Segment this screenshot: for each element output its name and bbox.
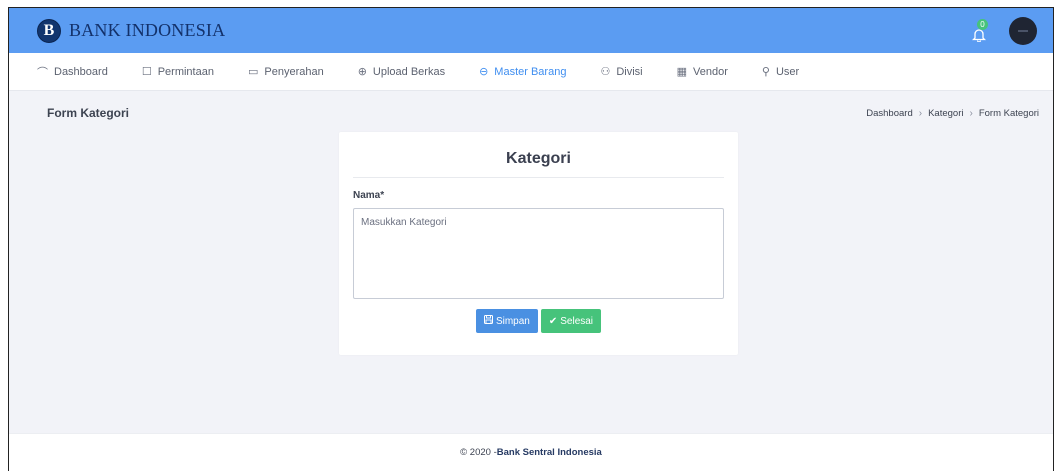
gauge-icon: ⌒ bbox=[37, 66, 48, 79]
briefcase-icon: ▭ bbox=[247, 66, 259, 78]
nav-label: Master Barang bbox=[494, 65, 567, 78]
selesai-label: Selesai bbox=[560, 315, 594, 327]
simpan-label: Simpan bbox=[495, 315, 530, 327]
nav-label: Vendor bbox=[693, 65, 728, 78]
clipboard-icon: ☐ bbox=[141, 66, 152, 78]
app-window: B BANK INDONESIA 0 ⌒ Dashboard ☐ Permint… bbox=[8, 7, 1054, 471]
header-actions: 0 bbox=[969, 8, 1037, 53]
brand-name: BANK INDONESIA bbox=[69, 20, 226, 40]
page-title: Form Kategori bbox=[47, 106, 130, 120]
simpan-button[interactable]: Simpan bbox=[475, 309, 538, 333]
nav-label: Dashboard bbox=[54, 65, 108, 78]
nav-upload-berkas[interactable]: ⊕ Upload Berkas bbox=[357, 65, 446, 79]
nav-master-barang[interactable]: ⊖ Master Barang bbox=[479, 65, 567, 79]
nama-label: Nama* bbox=[353, 190, 385, 201]
top-header: B BANK INDONESIA 0 bbox=[9, 8, 1053, 53]
kategori-name-input[interactable] bbox=[353, 208, 724, 299]
breadcrumb-kategori[interactable]: Kategori bbox=[928, 108, 963, 119]
notification-badge: 0 bbox=[977, 18, 988, 30]
box-icon: ⊖ bbox=[479, 66, 489, 78]
nav-permintaan[interactable]: ☐ Permintaan bbox=[141, 65, 214, 79]
upload-icon: ⊕ bbox=[357, 66, 367, 78]
nav-user[interactable]: ⚲ User bbox=[761, 65, 800, 79]
nav-label: Permintaan bbox=[157, 65, 214, 78]
nav-penyerahan[interactable]: ▭ Penyerahan bbox=[247, 65, 324, 79]
nav-label: Upload Berkas bbox=[372, 65, 446, 78]
page-subheader: Form Kategori Dashboard › Kategori › For… bbox=[9, 91, 1053, 135]
breadcrumb-current: Form Kategori bbox=[978, 107, 1039, 119]
nav-label: Penyerahan bbox=[264, 65, 324, 78]
user-avatar[interactable] bbox=[1009, 16, 1037, 45]
bank-indonesia-logo[interactable]: B bbox=[37, 18, 61, 43]
form-actions: Simpan ✔ Selesai bbox=[339, 309, 738, 333]
footer: © 2020 - Bank Sentral Indonesia bbox=[9, 433, 1053, 471]
save-icon bbox=[483, 315, 493, 327]
chevron-right-icon: › bbox=[969, 107, 973, 119]
form-title: Kategori bbox=[353, 150, 724, 178]
kategori-form-card: Kategori Nama* Simpan ✔ Selesai bbox=[339, 132, 738, 355]
users-icon: ⚇ bbox=[600, 66, 611, 78]
nav-dashboard[interactable]: ⌒ Dashboard bbox=[37, 64, 108, 80]
copyright-text: © 2020 - bbox=[460, 447, 497, 458]
breadcrumb: Dashboard › Kategori › Form Kategori bbox=[866, 108, 1039, 119]
check-icon: ✔ bbox=[548, 315, 558, 327]
nav-divisi[interactable]: ⚇ Divisi bbox=[600, 65, 643, 79]
selesai-button[interactable]: ✔ Selesai bbox=[540, 309, 602, 333]
footer-brand: Bank Sentral Indonesia bbox=[496, 447, 602, 458]
main-navigation: ⌒ Dashboard ☐ Permintaan ▭ Penyerahan ⊕ … bbox=[9, 53, 1053, 91]
breadcrumb-dashboard[interactable]: Dashboard bbox=[866, 108, 912, 119]
nav-vendor[interactable]: ▦ Vendor bbox=[676, 65, 728, 79]
chevron-right-icon: › bbox=[918, 107, 923, 119]
nav-label: User bbox=[775, 65, 800, 78]
nav-label: Divisi bbox=[616, 65, 643, 78]
user-icon: ⚲ bbox=[761, 66, 770, 78]
notification-button[interactable]: 0 bbox=[969, 18, 989, 42]
store-icon: ▦ bbox=[676, 66, 688, 78]
